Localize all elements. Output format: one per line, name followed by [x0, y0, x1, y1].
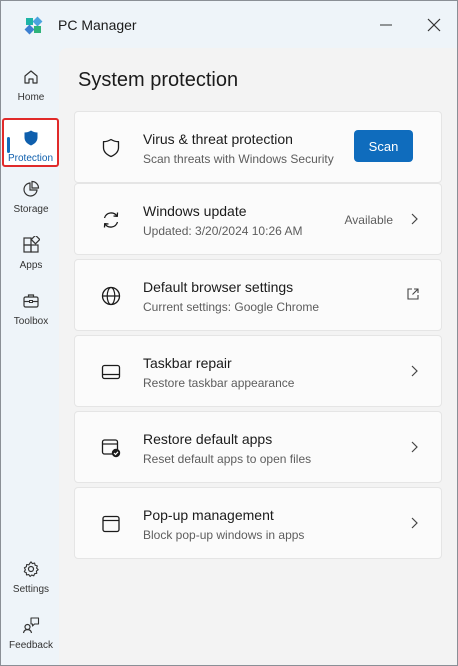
- card-virus-threat-protection: Virus & threat protection Scan threats w…: [74, 111, 442, 183]
- sidebar-item-storage[interactable]: Storage: [3, 171, 59, 221]
- external-link-icon: [407, 288, 419, 300]
- card-title: Taskbar repair: [143, 355, 232, 371]
- globe-icon: [101, 286, 121, 306]
- sidebar-item-label: Storage: [13, 204, 49, 215]
- gear-icon: [22, 559, 40, 579]
- card-popup-management[interactable]: Pop-up management Block pop-up windows i…: [74, 487, 442, 559]
- card-title: Restore default apps: [143, 431, 273, 447]
- sidebar-item-toolbox[interactable]: Toolbox: [3, 283, 59, 333]
- home-icon: [22, 67, 40, 87]
- chevron-right-icon: [411, 441, 418, 453]
- page-title: System protection: [78, 69, 239, 91]
- card-restore-default-apps[interactable]: Restore default apps Reset default apps …: [74, 411, 442, 483]
- sidebar-item-feedback[interactable]: Feedback: [3, 607, 59, 657]
- card-windows-update[interactable]: Windows update Updated: 3/20/2024 10:26 …: [74, 183, 442, 255]
- shield-icon: [22, 128, 40, 148]
- apps-icon: [22, 235, 40, 255]
- main-content: System protection Virus & threat protect…: [59, 48, 457, 665]
- window-icon: [102, 515, 120, 533]
- chevron-right-icon: [411, 365, 418, 377]
- card-subtitle: Current settings: Google Chrome: [143, 300, 320, 314]
- app-title: PC Manager: [58, 17, 137, 33]
- minimize-icon: [380, 24, 392, 26]
- card-subtitle: Reset default apps to open files: [143, 452, 312, 466]
- feedback-icon: [22, 615, 40, 635]
- sidebar: Home Protection Storage Apps Toolbox Set…: [1, 49, 59, 665]
- shield-outline-icon: [102, 138, 120, 158]
- sidebar-item-apps[interactable]: Apps: [3, 227, 59, 277]
- close-button[interactable]: [422, 13, 446, 37]
- taskbar-icon: [101, 364, 121, 380]
- default-apps-icon: [101, 439, 121, 458]
- sidebar-item-label: Apps: [19, 260, 43, 271]
- sidebar-item-label: Toolbox: [13, 316, 49, 327]
- sidebar-item-settings[interactable]: Settings: [3, 551, 59, 601]
- card-subtitle: Scan threats with Windows Security: [143, 152, 334, 166]
- card-default-browser-settings[interactable]: Default browser settings Current setting…: [74, 259, 442, 331]
- card-taskbar-repair[interactable]: Taskbar repair Restore taskbar appearanc…: [74, 335, 442, 407]
- card-title: Windows update: [143, 203, 247, 219]
- pie-chart-icon: [22, 179, 40, 199]
- sidebar-item-protection[interactable]: Protection: [2, 118, 59, 167]
- app-window: PC Manager Home Protection Storage Apps …: [0, 0, 458, 666]
- toolbox-icon: [22, 291, 40, 311]
- card-subtitle: Block pop-up windows in apps: [143, 528, 305, 542]
- card-title: Pop-up management: [143, 507, 274, 523]
- sidebar-item-label: Protection: [7, 153, 54, 164]
- minimize-button[interactable]: [374, 13, 398, 37]
- card-title: Default browser settings: [143, 279, 294, 295]
- sidebar-item-label: Home: [17, 92, 45, 103]
- pc-manager-logo-icon: [24, 16, 43, 35]
- chevron-right-icon: [411, 517, 418, 529]
- card-subtitle: Updated: 3/20/2024 10:26 AM: [143, 224, 303, 238]
- close-icon: [427, 18, 441, 32]
- active-indicator: [7, 137, 10, 153]
- sync-icon: [103, 212, 119, 228]
- scan-button[interactable]: Scan: [354, 130, 413, 162]
- sidebar-item-label: Feedback: [9, 640, 53, 651]
- card-title: Virus & threat protection: [143, 131, 293, 147]
- sidebar-item-home[interactable]: Home: [3, 59, 59, 109]
- card-subtitle: Restore taskbar appearance: [143, 376, 295, 390]
- title-bar: PC Manager: [1, 1, 457, 49]
- chevron-right-icon: [411, 213, 418, 225]
- sidebar-item-label: Settings: [12, 584, 50, 595]
- update-status: Available: [344, 213, 393, 227]
